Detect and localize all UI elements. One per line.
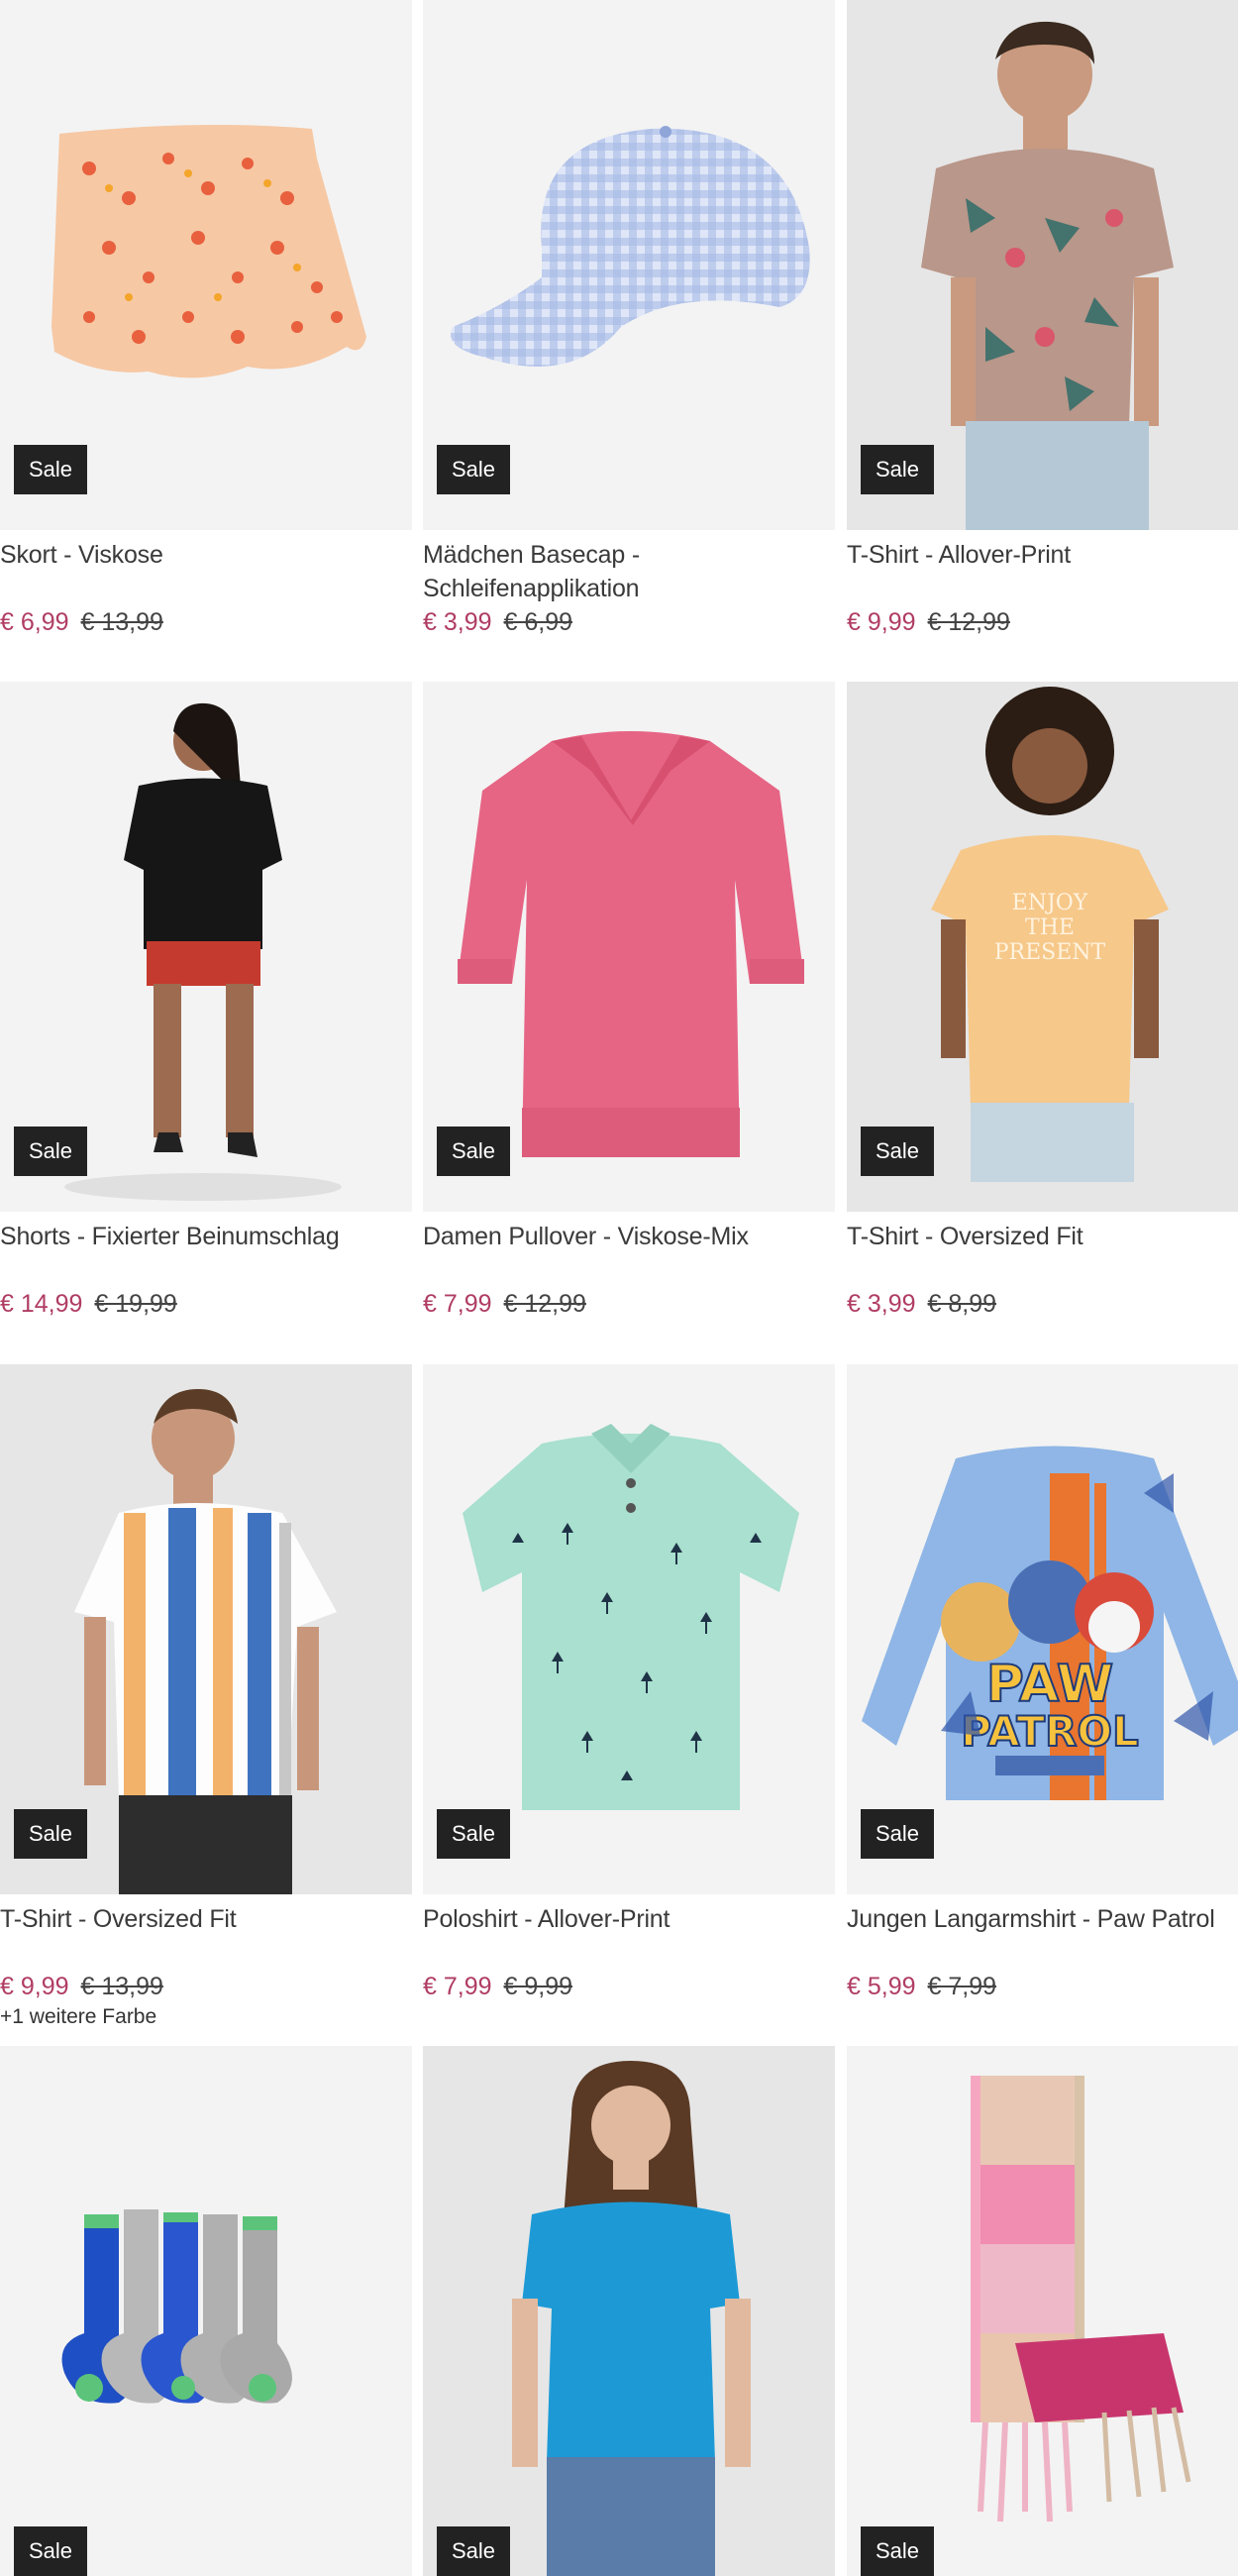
product-image[interactable]: Sale	[423, 682, 835, 1212]
product-image[interactable]: Sale	[423, 2046, 835, 2576]
product-name[interactable]: T-Shirt - Oversized Fit	[0, 1902, 412, 1970]
price-row: € 7,99 € 12,99	[423, 1287, 835, 1321]
svg-text:THE: THE	[1025, 915, 1075, 940]
price-row: € 3,99 € 8,99	[847, 1287, 1238, 1321]
product-card[interactable]: ENJOY THE PRESENT Sale T-Shirt - Oversiz…	[847, 682, 1238, 1321]
product-card[interactable]: Sale	[0, 2046, 412, 2576]
svg-text:PAW: PAW	[986, 1655, 1114, 1714]
sale-price: € 6,99	[0, 608, 69, 636]
sale-price: € 7,99	[423, 1290, 492, 1318]
product-card[interactable]: Sale	[423, 2046, 835, 2576]
svg-text:PRESENT: PRESENT	[994, 940, 1106, 965]
product-card[interactable]: Sale Skort - Viskose € 6,99 € 13,99	[0, 0, 412, 639]
sale-badge: Sale	[437, 2526, 511, 2576]
product-image[interactable]: Sale	[0, 2046, 412, 2576]
product-name[interactable]: Mädchen Basecap - Schleifenapplikation	[423, 538, 835, 605]
original-price: € 13,99	[80, 1973, 163, 2000]
price-row: € 6,99 € 13,99	[0, 605, 412, 639]
sale-badge: Sale	[437, 445, 511, 494]
sale-badge: Sale	[861, 2526, 935, 2576]
sale-badge: Sale	[437, 1127, 511, 1176]
original-price: € 19,99	[94, 1290, 177, 1318]
sale-badge: Sale	[14, 2526, 88, 2576]
original-price: € 12,99	[503, 1290, 586, 1318]
svg-text:PATROL: PATROL	[961, 1707, 1139, 1756]
product-card[interactable]: Sale Poloshirt - Allover-Print € 7,99 € 9…	[423, 1364, 835, 2003]
price-row: € 9,99 € 12,99	[847, 605, 1238, 639]
original-price: € 13,99	[80, 608, 163, 636]
sale-badge: Sale	[861, 1809, 935, 1859]
sale-price: € 14,99	[0, 1290, 83, 1318]
original-price: € 9,99	[503, 1973, 573, 2000]
product-card[interactable]: Sale Mädchen Basecap - Schleifenapplikat…	[423, 0, 835, 639]
more-colors-note[interactable]: +1 weitere Farbe	[0, 2005, 412, 2029]
product-card[interactable]: Sale T-Shirt - Oversized Fit € 9,99 € 13,…	[0, 1364, 412, 2029]
product-image[interactable]: Sale	[423, 0, 835, 530]
product-card[interactable]: Sale Damen Pullover - Viskose-Mix € 7,99…	[423, 682, 835, 1321]
product-image[interactable]: PAW PATROL Sale	[847, 1364, 1238, 1894]
product-card[interactable]: Sale Shorts - Fixierter Beinumschlag € 1…	[0, 682, 412, 1321]
product-name[interactable]: T-Shirt - Oversized Fit	[847, 1220, 1238, 1287]
product-image[interactable]: ENJOY THE PRESENT Sale	[847, 682, 1238, 1212]
sale-price: € 9,99	[0, 1973, 69, 2000]
sale-badge: Sale	[14, 1809, 88, 1859]
product-image[interactable]: Sale	[0, 0, 412, 530]
price-row: € 5,99 € 7,99	[847, 1970, 1238, 2003]
price-row: € 14,99 € 19,99	[0, 1287, 412, 1321]
product-name[interactable]: Skort - Viskose	[0, 538, 412, 605]
product-image[interactable]: Sale	[0, 1364, 412, 1894]
product-card[interactable]: PAW PATROL Sale Jungen Langarmshirt - Pa…	[847, 1364, 1238, 2003]
product-name[interactable]: Jungen Langarmshirt - Paw Patrol	[847, 1902, 1238, 1970]
svg-text:ENJOY: ENJOY	[1012, 891, 1088, 915]
sale-badge: Sale	[14, 1127, 88, 1176]
product-name[interactable]: Damen Pullover - Viskose-Mix	[423, 1220, 835, 1287]
sale-price: € 3,99	[423, 608, 492, 636]
sale-badge: Sale	[14, 445, 88, 494]
price-row: € 3,99 € 6,99	[423, 605, 835, 639]
sale-badge: Sale	[437, 1809, 511, 1859]
sale-badge: Sale	[861, 1127, 935, 1176]
product-image[interactable]: Sale	[847, 0, 1238, 530]
original-price: € 6,99	[503, 608, 573, 636]
product-card[interactable]: Sale T-Shirt - Allover-Print € 9,99 € 12,…	[847, 0, 1238, 639]
original-price: € 12,99	[927, 608, 1010, 636]
sale-price: € 7,99	[423, 1973, 492, 2000]
original-price: € 7,99	[927, 1973, 997, 2000]
sale-price: € 3,99	[847, 1290, 916, 1318]
product-name[interactable]: Poloshirt - Allover-Print	[423, 1902, 835, 1970]
product-name[interactable]: T-Shirt - Allover-Print	[847, 538, 1238, 605]
original-price: € 8,99	[927, 1290, 997, 1318]
product-image[interactable]: Sale	[423, 1364, 835, 1894]
product-image[interactable]: Sale	[0, 682, 412, 1212]
product-card[interactable]: Sale	[847, 2046, 1238, 2576]
sale-price: € 5,99	[847, 1973, 916, 2000]
price-row: € 9,99 € 13,99	[0, 1970, 412, 2003]
product-name[interactable]: Shorts - Fixierter Beinumschlag	[0, 1220, 412, 1287]
product-image[interactable]: Sale	[847, 2046, 1238, 2576]
sale-price: € 9,99	[847, 608, 916, 636]
sale-badge: Sale	[861, 445, 935, 494]
price-row: € 7,99 € 9,99	[423, 1970, 835, 2003]
